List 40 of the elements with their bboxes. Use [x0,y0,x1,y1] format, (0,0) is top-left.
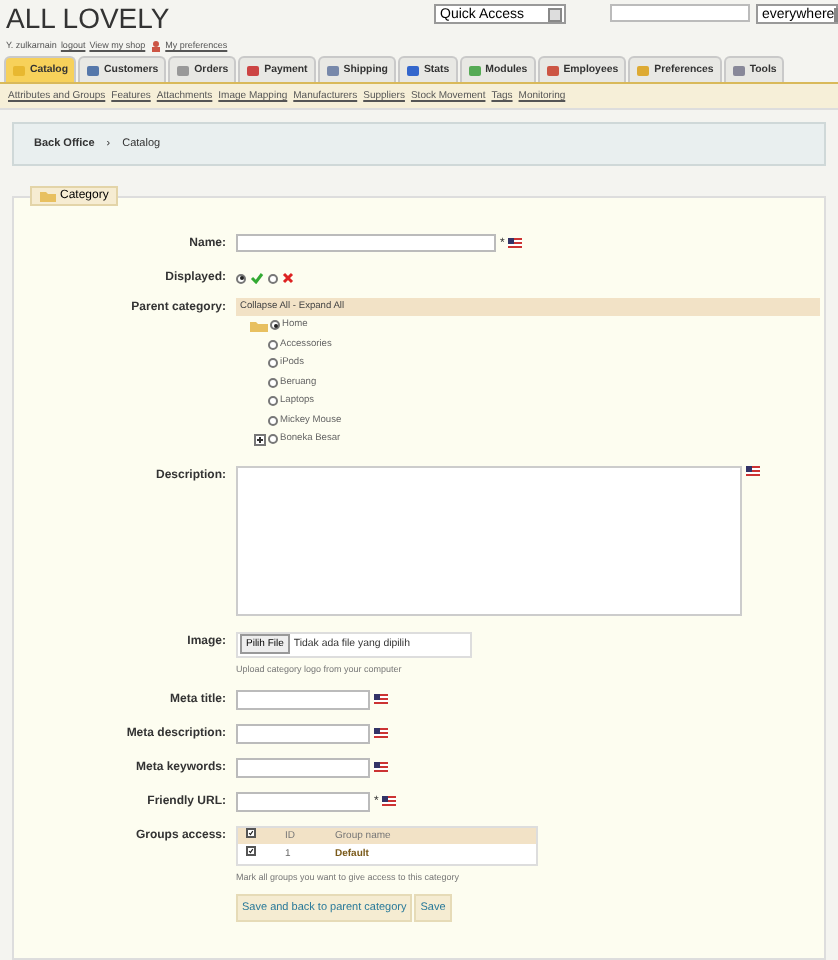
category-radio[interactable] [268,434,278,445]
tab-icon [12,63,26,77]
flag-icon [374,694,388,704]
select-all-checkbox[interactable] [246,828,256,839]
text-field[interactable] [236,723,370,743]
tab-icon [405,63,420,77]
text-field[interactable] [236,689,370,709]
flag-icon [374,728,388,738]
tab-icon [545,63,560,77]
name-field[interactable] [236,234,496,252]
cross-icon [282,272,294,284]
tab-icon [731,63,746,77]
category-radio[interactable] [268,377,278,388]
flag-icon [508,238,523,248]
shop-title: ALL LOVELY [6,4,172,32]
description-field[interactable] [236,465,742,615]
flag-icon [374,762,388,772]
category-radio[interactable] [268,358,278,369]
search-field[interactable] [610,4,750,22]
flag-icon [382,796,397,806]
tab-icon [86,63,101,77]
tab-icon [246,63,261,77]
folder-icon [40,190,56,202]
text-field[interactable] [236,791,370,811]
text-field[interactable] [236,757,370,777]
displayed-radio[interactable] [236,273,246,283]
category-radio[interactable] [268,396,278,407]
displayed-radio[interactable] [268,273,278,283]
category-radio[interactable] [268,339,278,350]
category-radio[interactable] [270,320,280,331]
check-icon [250,272,264,284]
group-checkbox[interactable] [246,846,256,857]
category-radio[interactable] [268,415,278,426]
tab-icon [467,63,482,77]
flag-icon [746,465,760,475]
person-icon [149,39,162,51]
tab-icon [636,63,651,77]
tab-icon [176,63,191,77]
tab-icon [325,63,340,77]
expand-icon[interactable] [254,433,266,446]
